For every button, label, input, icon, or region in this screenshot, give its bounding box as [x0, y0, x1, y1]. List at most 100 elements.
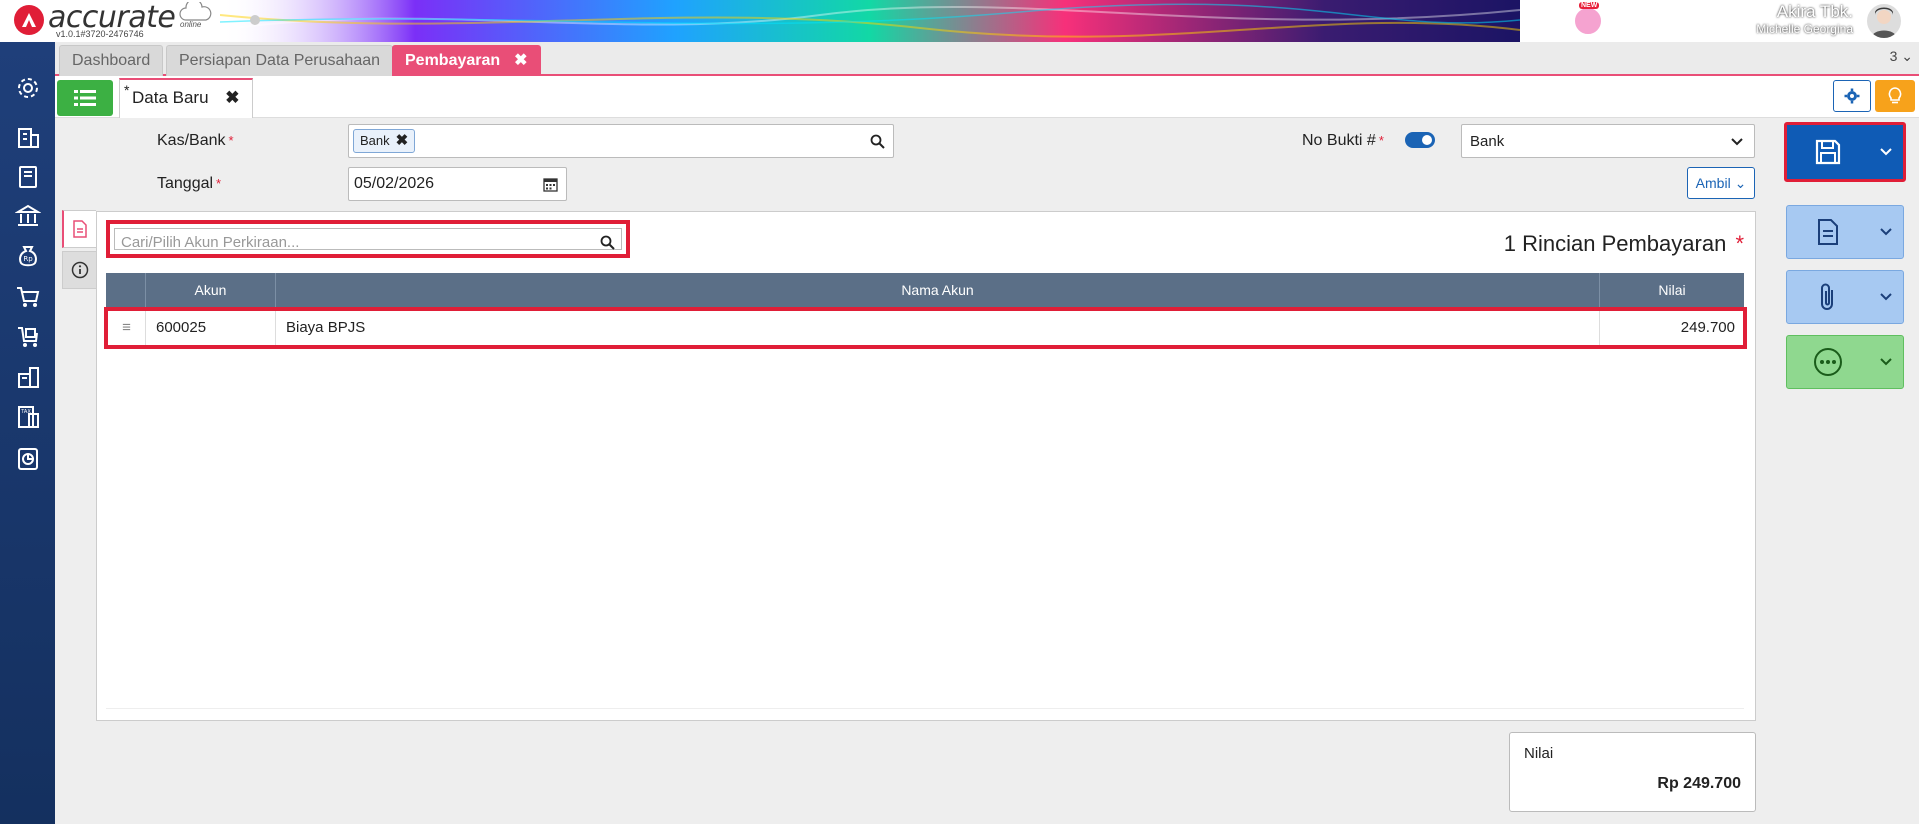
- warehouse-icon: [18, 367, 39, 388]
- search-icon[interactable]: [870, 134, 885, 149]
- table-body-empty: [106, 349, 1744, 709]
- gear-icon: [1844, 88, 1860, 104]
- money-bag-icon: Rp: [19, 246, 37, 267]
- cart-icon: [17, 287, 40, 307]
- ambil-label: Ambil: [1695, 175, 1731, 191]
- selected-bank-chip[interactable]: Bank ✖: [353, 129, 416, 153]
- info-icon: [71, 261, 88, 279]
- chevron-down-icon: ⌄: [1734, 175, 1747, 191]
- print-document-button[interactable]: [1786, 205, 1904, 259]
- total-value: Rp 249.700: [1657, 775, 1741, 792]
- sidebar-item-tax[interactable]: TAX: [13, 402, 43, 432]
- sidebar-item-purchase[interactable]: [13, 322, 43, 352]
- no-bukti-type-select[interactable]: Bank: [1461, 124, 1755, 158]
- search-icon[interactable]: [600, 235, 615, 250]
- tab-count-dropdown[interactable]: 3 ⌄: [1890, 48, 1913, 65]
- tab-pembayaran[interactable]: Pembayaran ✖: [392, 45, 541, 76]
- document-icon: [1818, 219, 1839, 245]
- auto-number-toggle[interactable]: [1405, 132, 1435, 148]
- lightbulb-icon: [1888, 87, 1902, 104]
- chevron-down-icon: [1880, 148, 1892, 156]
- help-button[interactable]: ?: [1677, 6, 1707, 36]
- save-main[interactable]: [1787, 138, 1870, 166]
- sidebar-item-sales[interactable]: [13, 282, 43, 312]
- purchase-cart-icon: [18, 327, 38, 347]
- svg-text:Rp: Rp: [23, 255, 33, 263]
- kas-bank-label: Kas/Bank *: [157, 132, 234, 149]
- sidebar-item-inventory[interactable]: [13, 362, 43, 392]
- notification-button[interactable]: [1729, 6, 1759, 36]
- tab-info[interactable]: [62, 251, 96, 289]
- sidebar-item-cash[interactable]: Rp: [13, 240, 43, 270]
- sidebar-item-reports[interactable]: [13, 444, 43, 474]
- list-icon: [74, 90, 96, 106]
- no-bukti-label: No Bukti # *: [1302, 132, 1384, 149]
- attachment-button[interactable]: [1786, 270, 1904, 324]
- sidebar-item-company[interactable]: [13, 121, 43, 151]
- tab-data-baru[interactable]: * Data Baru ✖: [119, 78, 253, 118]
- user-info[interactable]: Akira Tbk. Michelle Georgina: [1756, 2, 1853, 36]
- column-header-nilai[interactable]: Nilai: [1600, 273, 1744, 307]
- attachment-options-dropdown[interactable]: [1870, 293, 1903, 301]
- remove-chip-icon[interactable]: ✖: [396, 130, 409, 152]
- tab-bar: Dashboard Persiapan Data Perusahaan Pemb…: [55, 42, 1919, 76]
- sidebar-item-ledger[interactable]: [13, 162, 43, 192]
- total-box: Nilai Rp 249.700: [1509, 732, 1756, 812]
- sidebar-item-bank[interactable]: [13, 201, 43, 231]
- account-search-box[interactable]: Cari/Pilih Akun Perkiraan...: [106, 220, 630, 258]
- book-icon: [19, 166, 37, 188]
- chevron-down-icon: ⌄: [1901, 48, 1913, 64]
- account-search-input[interactable]: Cari/Pilih Akun Perkiraan...: [114, 228, 622, 251]
- tab-persiapan-data[interactable]: Persiapan Data Perusahaan: [166, 45, 394, 76]
- search-button[interactable]: [1625, 6, 1655, 36]
- print-options-dropdown[interactable]: [1870, 228, 1903, 236]
- new-badge: NEW: [1579, 2, 1600, 9]
- attachment-main[interactable]: [1787, 282, 1870, 312]
- more-dots-icon: [1814, 348, 1843, 376]
- settings-button[interactable]: [1833, 80, 1871, 112]
- document-icon: [73, 220, 87, 238]
- tab-detail[interactable]: [62, 210, 96, 248]
- search-icon: [1630, 11, 1649, 30]
- ambil-button[interactable]: Ambil ⌄: [1687, 167, 1755, 199]
- bank-icon: [15, 204, 41, 226]
- sidebar: Rp TAX: [0, 42, 55, 824]
- app-version: v1.0.1#3720-2476746: [56, 29, 144, 39]
- select-value: Bank: [1470, 133, 1505, 150]
- header-background-art: [220, 0, 1520, 42]
- new-feature-button[interactable]: NEW: [1573, 2, 1603, 36]
- building-icon: [18, 128, 39, 148]
- modified-mark: *: [124, 82, 130, 98]
- app-subtitle: online: [180, 20, 202, 29]
- more-options-dropdown[interactable]: [1870, 358, 1903, 366]
- tax-icon: TAX: [18, 406, 39, 428]
- list-menu-button[interactable]: [57, 80, 113, 116]
- avatar[interactable]: [1865, 2, 1903, 40]
- drag-handle-icon[interactable]: ≡: [108, 311, 146, 345]
- column-header-akun[interactable]: Akun: [146, 273, 276, 307]
- help-icon: ?: [1683, 12, 1701, 30]
- user-avatar-icon: [1871, 7, 1897, 38]
- more-actions-button[interactable]: [1786, 335, 1904, 389]
- print-main[interactable]: [1787, 218, 1870, 246]
- chevron-down-icon: [1880, 293, 1892, 301]
- svg-text:TAX: TAX: [20, 409, 31, 415]
- save-options-dropdown[interactable]: [1870, 148, 1903, 156]
- cell-akun: 600025: [146, 311, 276, 345]
- tanggal-field[interactable]: 05/02/2026: [348, 167, 567, 201]
- save-button[interactable]: [1784, 122, 1906, 182]
- close-icon[interactable]: ✖: [514, 52, 527, 69]
- column-header-nama-akun[interactable]: Nama Akun: [276, 273, 1600, 307]
- search-placeholder: Cari/Pilih Akun Perkiraan...: [121, 234, 300, 251]
- tab-label: Pembayaran: [405, 52, 501, 69]
- sidebar-item-settings[interactable]: [13, 73, 43, 103]
- tab-dashboard[interactable]: Dashboard: [59, 45, 164, 76]
- document-bar: * Data Baru ✖: [55, 76, 1919, 118]
- more-main[interactable]: [1787, 347, 1870, 377]
- kas-bank-field[interactable]: Bank ✖: [348, 124, 894, 158]
- calendar-icon[interactable]: [543, 177, 558, 192]
- drag-column-header: [106, 273, 146, 307]
- tips-button[interactable]: [1875, 80, 1915, 112]
- table-row[interactable]: ≡ 600025 Biaya BPJS 249.700: [104, 307, 1747, 349]
- close-icon[interactable]: ✖: [225, 88, 239, 107]
